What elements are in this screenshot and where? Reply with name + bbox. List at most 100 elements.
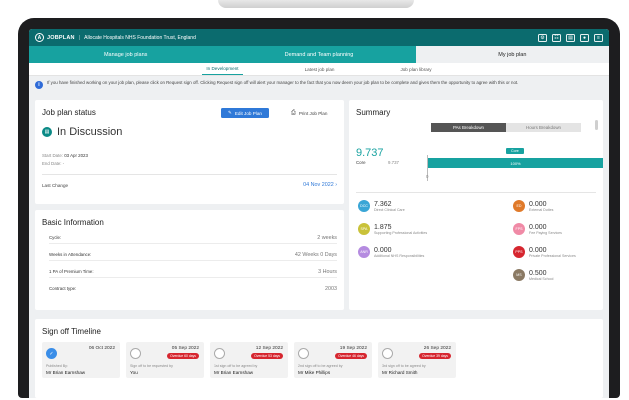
- reports-icon[interactable]: ▤: [566, 33, 575, 42]
- metric-anr: ANR 0.000 Additional NHS Responsibilitie…: [358, 246, 424, 258]
- info-row-label: Contract type:: [49, 286, 77, 291]
- tab-demand-team-planning[interactable]: Demand and Team planning: [222, 46, 415, 63]
- info-row-value: 3 Hours: [318, 269, 337, 275]
- core-bar-fill: 100%: [428, 158, 603, 168]
- scroll-indicator[interactable]: [595, 120, 598, 130]
- metric-value: 0.000: [529, 223, 547, 231]
- print-job-plan-button[interactable]: ⎙ Print Job Plan: [291, 110, 327, 117]
- timeline-item[interactable]: 26 Sep 2022 Overdue 39 days 3rd sign off…: [378, 342, 456, 378]
- pending-circle-icon: [214, 348, 225, 359]
- core-bar-tag: Core: [506, 148, 524, 154]
- dcc-badge-icon: DCC: [358, 200, 370, 212]
- edit-job-plan-button[interactable]: ✎ Edit Job Plan: [221, 108, 269, 118]
- toggle-hours-breakdown[interactable]: Hours Breakdown: [506, 123, 581, 132]
- toggle-pas-breakdown[interactable]: PAs Breakdown: [431, 123, 506, 132]
- end-date-value: -: [62, 161, 65, 166]
- timeline-date: 19 Sep 2022: [339, 346, 367, 351]
- metric-text: 0.000 Fee Paying Services: [529, 224, 562, 235]
- info-row-value: 2003: [325, 286, 337, 292]
- metric-label: Fee Paying Services: [529, 230, 562, 235]
- metric-value: 0.000: [529, 246, 547, 254]
- end-date: End Date: -: [42, 161, 64, 166]
- pencil-icon: ✎: [228, 110, 232, 115]
- print-job-plan-label: Print Job Plan: [298, 111, 328, 116]
- start-date-label: Start Date:: [42, 153, 63, 158]
- timeline-date: 12 Sep 2022: [255, 346, 283, 351]
- team-icon[interactable]: ☷: [552, 33, 561, 42]
- metric-text: 1.875 Supporting Professional Activities: [374, 224, 427, 235]
- info-icon: i: [35, 81, 43, 89]
- tab-manage-job-plans[interactable]: Manage job plans: [29, 46, 222, 63]
- app-logo[interactable]: A JOBPLAN: [35, 33, 75, 42]
- top-bar: A JOBPLAN | Allocate Hospitals NHS Found…: [29, 29, 609, 46]
- user-icon[interactable]: ●: [580, 33, 589, 42]
- metric-value: 1.875: [374, 223, 392, 231]
- basic-information-title: Basic Information: [42, 218, 104, 227]
- metric-dcc: DCC 7.362 Direct Clinical Care: [358, 200, 405, 212]
- pending-circle-icon: [298, 348, 309, 359]
- breakdown-toggle: PAs Breakdown Hours Breakdown: [431, 123, 581, 132]
- metric-value: 0.500: [529, 269, 547, 277]
- info-banner: i If you have finished working on your j…: [29, 76, 609, 98]
- metric-fps: FPS 0.000 Fee Paying Services: [513, 223, 562, 235]
- core-bar-track: 100%: [428, 158, 603, 168]
- tab-my-job-plan[interactable]: My job plan: [415, 46, 609, 63]
- info-row-label: Weeks in Attendance:: [49, 252, 92, 257]
- divider: |: [78, 34, 81, 41]
- timeline-role: 1st sign off to be agreed by: [214, 364, 258, 368]
- timeline-item[interactable]: 19 Sep 2022 Overdue 46 days 2nd sign off…: [294, 342, 372, 378]
- logo-mark-icon: A: [35, 33, 44, 42]
- info-row-label: Cycle:: [49, 235, 62, 240]
- metric-value: 7.362: [374, 200, 392, 208]
- metric-label: Medical School: [529, 276, 554, 281]
- metric-text: 0.000 Additional NHS Responsibilities: [374, 247, 424, 258]
- basic-information-card: Basic Information Cycle: 2 weeks Weeks i…: [35, 210, 344, 310]
- metric-text: 0.000 External Duties: [529, 201, 553, 212]
- top-icons: ⚙ ☷ ▤ ● ≡: [538, 33, 603, 42]
- pps-badge-icon: PPS: [513, 246, 525, 258]
- status-row: ▤ In Discussion: [42, 126, 122, 138]
- subtab-job-plan-library[interactable]: Job plan library: [396, 63, 435, 75]
- info-row-value: 42 Weeks 0 Days: [294, 252, 337, 258]
- chevron-right-icon: ›: [335, 182, 337, 188]
- job-plan-status-value: In Discussion: [57, 126, 123, 138]
- job-plan-status-card: Job plan status ✎ Edit Job Plan ⎙ Print …: [35, 100, 344, 204]
- timeline-person: You: [130, 370, 138, 375]
- info-row-cycle: Cycle: 2 weeks: [49, 235, 337, 244]
- summary-card: Summary PAs Breakdown Hours Breakdown 9.…: [349, 100, 603, 310]
- metric-label: Additional NHS Responsibilities: [374, 253, 425, 258]
- info-banner-text: If you have finished working on your job…: [47, 80, 519, 85]
- last-change-link[interactable]: 04 Nov 2022 ›: [303, 182, 337, 188]
- timeline-person: Mr Richard Smith: [382, 370, 418, 375]
- metric-text: 0.000 Private Professional Services: [529, 247, 576, 258]
- timeline-role: 2nd sign off to be agreed by: [298, 364, 343, 368]
- metric-pps: PPS 0.000 Private Professional Services: [513, 246, 576, 258]
- overdue-badge: Overdue 53 days: [251, 353, 283, 359]
- metric-spa: SPA 1.875 Supporting Professional Activi…: [358, 223, 427, 235]
- logo-text: JOBPLAN: [47, 34, 75, 41]
- tablet-frame: A JOBPLAN | Allocate Hospitals NHS Found…: [18, 18, 620, 398]
- ms-badge-icon: MS: [513, 269, 525, 281]
- info-row-label: 1 PA of Premium Time:: [49, 269, 94, 274]
- metric-label: Supporting Professional Activities: [374, 230, 428, 235]
- last-change-row[interactable]: Last Change 04 Nov 2022 ›: [42, 182, 337, 188]
- pending-circle-icon: [130, 348, 141, 359]
- pending-circle-icon: [382, 348, 393, 359]
- subtab-latest-job-plan[interactable]: Latest job plan: [301, 63, 339, 75]
- axis-zero-label: 0: [426, 174, 429, 179]
- metric-label: External Duties: [529, 207, 554, 212]
- sign-off-timeline-title: Sign off Timeline: [42, 327, 101, 336]
- timeline-item[interactable]: 12 Sep 2022 Overdue 53 days 1st sign off…: [210, 342, 288, 378]
- settings-icon[interactable]: ⚙: [538, 33, 547, 42]
- metric-text: 7.362 Direct Clinical Care: [374, 201, 405, 212]
- info-row-premium-time: 1 PA of Premium Time: 3 Hours: [49, 269, 337, 278]
- timeline-item[interactable]: ✓ 06 Oct 2022 Published By: Mr Brian Ear…: [42, 342, 120, 378]
- document-icon: ▤: [42, 127, 52, 137]
- main-nav: Manage job plans Demand and Team plannin…: [29, 46, 609, 63]
- menu-icon[interactable]: ≡: [594, 33, 603, 42]
- metric-value: 0.000: [374, 246, 392, 254]
- subtab-in-development[interactable]: In Development: [202, 63, 243, 75]
- timeline-item[interactable]: 05 Sep 2022 Overdue 60 days Sign off to …: [126, 342, 204, 378]
- timeline-role: 3rd sign off to be agreed by: [382, 364, 426, 368]
- core-value: 9.737: [388, 160, 399, 165]
